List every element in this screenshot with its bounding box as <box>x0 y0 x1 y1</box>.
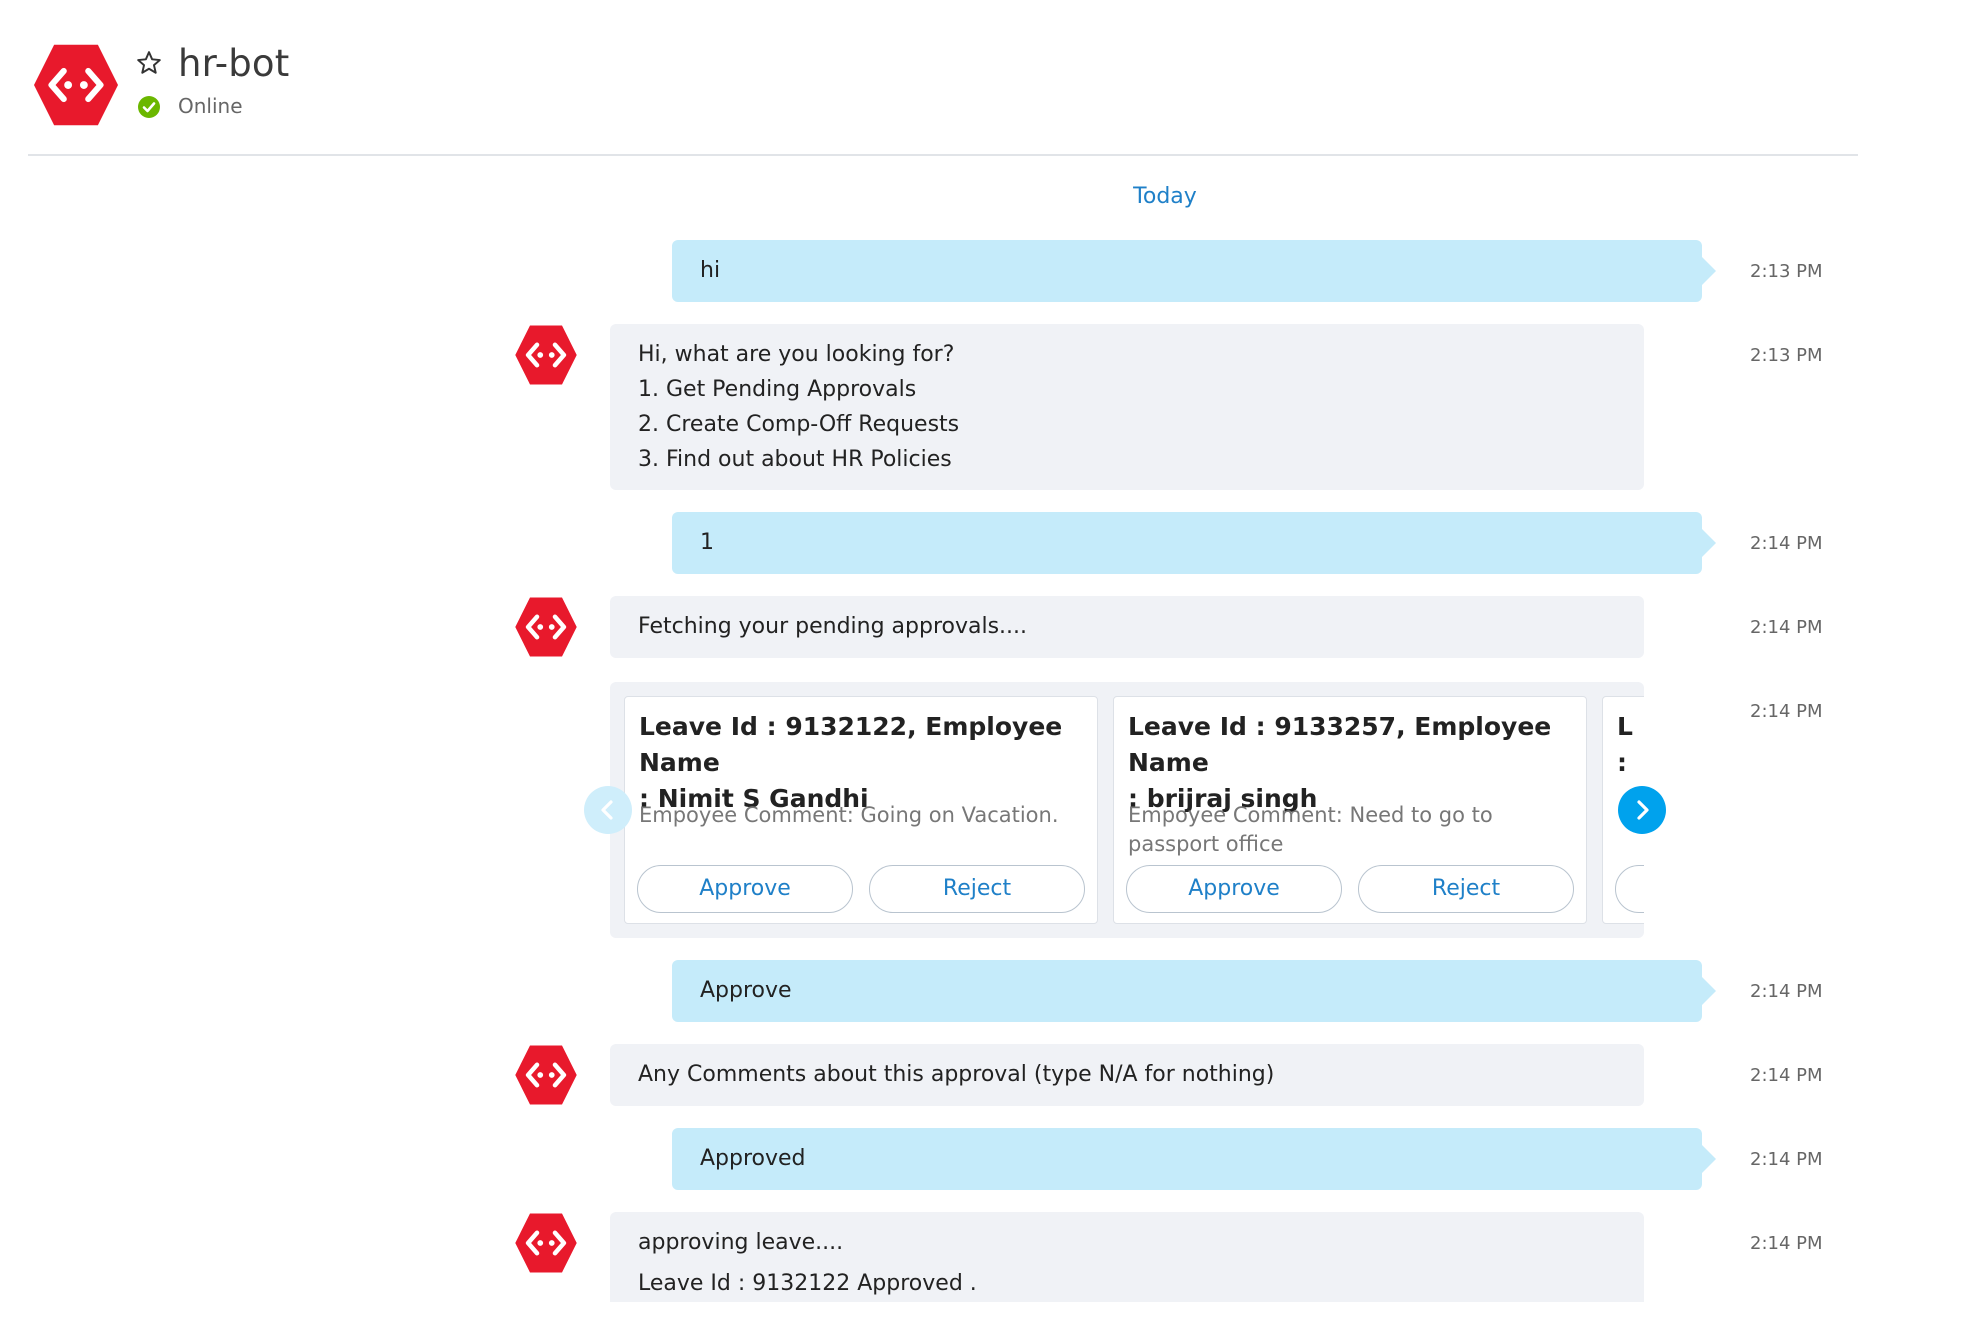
message-text: Approve <box>700 978 792 1003</box>
message-line: 3. Find out about HR Policies <box>638 447 952 472</box>
chevron-left-icon <box>601 800 613 820</box>
card-comment-line: passport office <box>1128 832 1284 856</box>
message-timestamp: 2:14 PM <box>1750 701 1823 722</box>
incoming-message: Fetching your pending approvals.... <box>610 596 1644 658</box>
carousel-next-button[interactable] <box>1618 786 1666 834</box>
card-comment-line: Empoyee Comment: Need to go to <box>1128 803 1493 827</box>
message-line: Hi, what are you looking for? <box>638 342 955 367</box>
chevron-right-icon <box>1637 800 1649 820</box>
approval-card: Leave Id : 9132122, Employee Name : Nimi… <box>624 696 1098 924</box>
approve-button[interactable]: Approve <box>637 865 853 913</box>
bot-avatar-icon <box>514 324 578 386</box>
card-title-line: Leave Id : 9133257, Employee Name <box>1128 712 1552 777</box>
message-line: 1. Get Pending Approvals <box>638 377 917 402</box>
bot-avatar-icon <box>514 1044 578 1106</box>
message-timestamp: 2:14 PM <box>1750 533 1823 554</box>
card-comment: Empoyee Comment: Going on Vacation. <box>639 801 1079 830</box>
message-timestamp: 2:14 PM <box>1750 981 1823 1002</box>
message-timestamp: 2:14 PM <box>1750 1149 1823 1170</box>
day-separator: Today <box>1133 184 1197 209</box>
bot-avatar-icon <box>514 1212 578 1274</box>
bot-name: hr-bot <box>178 42 290 85</box>
message-text: Fetching your pending approvals.... <box>638 614 1028 639</box>
message-timestamp: 2:14 PM <box>1750 617 1823 638</box>
approve-button[interactable]: Approve <box>1126 865 1342 913</box>
pending-approvals-carousel: Leave Id : 9132122, Employee Name : Nimi… <box>610 682 1644 938</box>
outgoing-message: 1 <box>672 512 1716 574</box>
bot-avatar-icon[interactable] <box>32 43 120 127</box>
bot-avatar-icon <box>514 596 578 658</box>
outgoing-message: hi <box>672 240 1716 302</box>
message-line: Leave Id : 9132122 Approved . <box>638 1271 977 1296</box>
card-title-line: L <box>1617 712 1633 741</box>
message-line: approving leave.... <box>638 1230 844 1255</box>
message-timestamp: 2:14 PM <box>1750 1065 1823 1086</box>
reject-button[interactable]: Reject <box>1358 865 1574 913</box>
card-title: L : <box>1617 709 1633 781</box>
message-timestamp: 2:14 PM <box>1750 1233 1823 1254</box>
outgoing-message: Approved <box>672 1128 1716 1190</box>
card-title-line: Leave Id : 9132122, Employee Name <box>639 712 1063 777</box>
carousel-prev-button[interactable] <box>584 786 632 834</box>
outgoing-message: Approve <box>672 960 1716 1022</box>
approve-button[interactable] <box>1615 865 1644 913</box>
star-icon[interactable] <box>136 50 162 76</box>
reject-button[interactable]: Reject <box>869 865 1085 913</box>
status-text: Online <box>178 94 243 118</box>
message-timestamp: 2:13 PM <box>1750 345 1823 366</box>
card-title-line: : <box>1617 748 1627 777</box>
approval-card: Leave Id : 9133257, Employee Name : brij… <box>1113 696 1587 924</box>
header-divider <box>28 154 1858 156</box>
message-text: Approved <box>700 1146 806 1171</box>
card-comment: Empoyee Comment: Need to go to passport … <box>1128 801 1568 859</box>
message-line: 2. Create Comp-Off Requests <box>638 412 960 437</box>
message-text: 1 <box>700 530 714 555</box>
card-comment-line: Empoyee Comment: Going on Vacation. <box>639 803 1059 827</box>
incoming-message: Hi, what are you looking for? 1. Get Pen… <box>610 324 1644 490</box>
online-status-icon <box>138 96 160 118</box>
incoming-message: Any Comments about this approval (type N… <box>610 1044 1644 1106</box>
message-text: Any Comments about this approval (type N… <box>638 1062 1275 1087</box>
message-timestamp: 2:13 PM <box>1750 261 1823 282</box>
viewport-bottom-edge <box>0 1302 1968 1334</box>
message-text: hi <box>700 258 721 283</box>
